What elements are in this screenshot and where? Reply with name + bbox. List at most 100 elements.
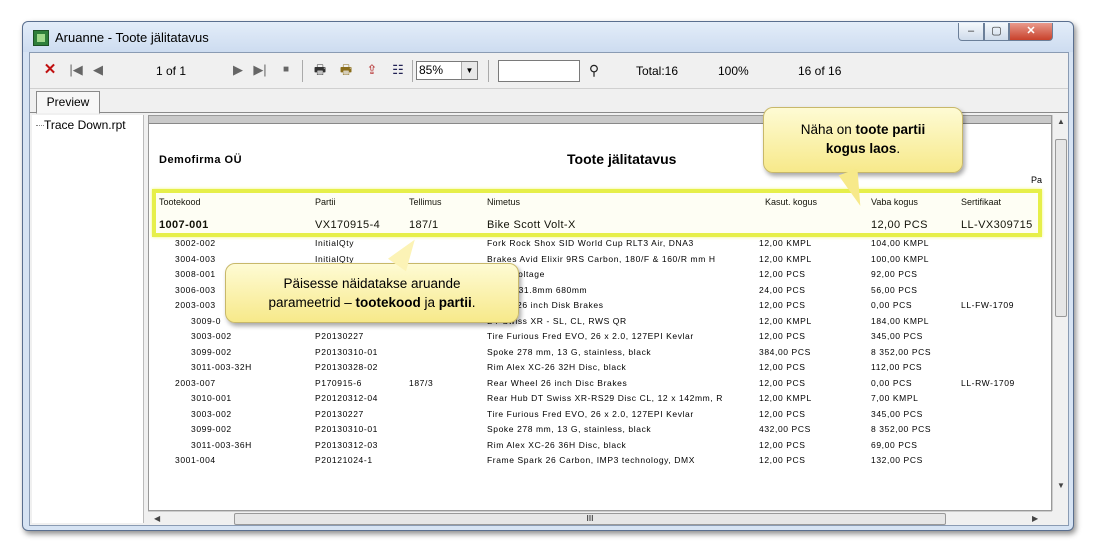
callout-left-line1: Päisesse näidatakse aruande	[283, 276, 461, 291]
callout-quantity: Näha on toote partii kogus laos.	[763, 107, 963, 173]
cell-code: 3010-001	[191, 393, 232, 403]
print-setup-icon[interactable]: 🖶	[336, 61, 356, 79]
cell-batch: P20130328-02	[315, 362, 378, 372]
group-tree: Trace Down.rpt	[32, 115, 144, 523]
cell-used: 12,00 PCS	[759, 362, 806, 372]
tree-item-report[interactable]: Trace Down.rpt	[36, 118, 126, 132]
table-row: 3003-002 P20130227 Tire Furious Fred EVO, …	[149, 329, 1051, 344]
callout-left-pre: parameetrid –	[268, 295, 356, 310]
scroll-right-icon[interactable]: ▶	[1032, 514, 1038, 523]
cell-code: 2003-007	[175, 377, 216, 388]
print-icon[interactable]: 🖶	[310, 61, 330, 79]
prev-page-icon[interactable]: ◀	[88, 61, 108, 79]
cell-free: 7,00 KMPL	[871, 393, 919, 403]
table-row: 3099-002 P20130310-01 Spoke 278 mm, 13 G, …	[149, 422, 1051, 437]
cell-free: 345,00 PCS	[871, 408, 923, 419]
toolbar-separator	[302, 60, 303, 82]
highlight-box	[152, 189, 1042, 237]
cell-name: Spoke 278 mm, 13 G, stainless, black	[487, 346, 652, 357]
minimize-button[interactable]: –	[958, 23, 984, 41]
cell-free: 112,00 PCS	[871, 362, 923, 372]
cell-used: 12,00 KMPL	[759, 315, 812, 326]
scroll-down-icon[interactable]: ▼	[1057, 481, 1065, 490]
report-window: Aruanne - Toote jälitatavus – ▢ ✕ ✕ |◀ ◀…	[22, 21, 1074, 531]
next-page-icon[interactable]: ▶	[228, 61, 248, 79]
cell-code: 3011-003-36H	[191, 439, 252, 450]
report-title: Toote jälitatavus	[567, 151, 677, 167]
cell-batch: P20130310-01	[315, 424, 378, 434]
vertical-scrollbar[interactable]: ▲ ▼	[1052, 115, 1068, 511]
cell-name: Rear Hub DT Swiss XR-RS29 Disc CL, 12 x …	[487, 393, 724, 403]
callout-right-bold2: kogus laos	[825, 141, 897, 156]
cell-name: Spoke 278 mm, 13 G, stainless, black	[487, 424, 652, 434]
close-icon[interactable]: ✕	[40, 61, 60, 79]
cell-code: 3002-002	[175, 238, 216, 248]
tab-preview[interactable]: Preview	[36, 91, 100, 114]
cell-batch: P20130312-03	[315, 439, 378, 450]
total-label: Total:16	[636, 64, 679, 78]
company-name: Demofirma OÜ	[159, 154, 243, 166]
table-row: 3010-001 P20120312-04 Rear Hub DT Swiss XR…	[149, 391, 1051, 406]
cell-free: 0,00 PCS	[871, 300, 913, 310]
close-window-button[interactable]: ✕	[1009, 23, 1053, 41]
cell-used: 24,00 PCS	[759, 284, 806, 295]
cell-used: 12,00 PCS	[759, 269, 806, 279]
percent-label: 100%	[718, 64, 749, 78]
cell-cert: LL-RW-1709	[961, 377, 1015, 388]
horizontal-scrollbar[interactable]: ◀ III ▶	[148, 511, 1052, 525]
cell-free: 56,00 PCS	[871, 284, 918, 295]
window-title: Aruanne - Toote jälitatavus	[55, 30, 209, 45]
search-binoculars-icon[interactable]: ⚲	[584, 61, 604, 79]
toolbar-separator	[412, 60, 413, 82]
callout-left-bold1: tootekood	[355, 295, 421, 310]
stop-icon[interactable]: ■	[276, 61, 296, 79]
cell-free: 132,00 PCS	[871, 455, 923, 465]
cell-code: 3003-002	[191, 331, 232, 341]
maximize-button[interactable]: ▢	[984, 23, 1009, 41]
cell-name: Brakes Avid Elixir 9RS Carbon, 180/F & 1…	[487, 253, 716, 264]
cell-batch: InitialQty	[315, 238, 355, 248]
cell-used: 384,00 PCS	[759, 346, 811, 357]
table-row: 3001-004 P20121024-1 Frame Spark 26 Carbon…	[149, 453, 1051, 468]
vertical-scroll-thumb[interactable]	[1055, 139, 1067, 317]
cell-used: 12,00 KMPL	[759, 253, 812, 264]
cell-used: 12,00 KMPL	[759, 238, 812, 248]
title-bar[interactable]: Aruanne - Toote jälitatavus – ▢ ✕	[23, 22, 1073, 52]
table-row: 3002-002 InitialQty Fork Rock Shox SID Wor…	[149, 236, 1051, 251]
cell-used: 12,00 PCS	[759, 439, 806, 450]
app-icon	[33, 30, 49, 46]
cell-name: Rim Alex XC-26 36H Disc, black	[487, 439, 627, 450]
toolbar-separator	[488, 60, 489, 82]
page-label: Pa	[1031, 175, 1043, 185]
scroll-up-icon[interactable]: ▲	[1057, 117, 1065, 126]
cell-name: Tire Furious Fred EVO, 26 x 2.0, 127EPI …	[487, 408, 694, 419]
cell-name: Fork Rock Shox SID World Cup RLT3 Air, D…	[487, 238, 694, 248]
cell-free: 100,00 KMPL	[871, 253, 930, 264]
cell-free: 184,00 KMPL	[871, 315, 930, 326]
cell-batch: P20120312-04	[315, 393, 378, 403]
first-page-icon[interactable]: |◀	[66, 61, 86, 79]
cell-free: 8 352,00 PCS	[871, 424, 932, 434]
cell-code: 3009-0	[191, 315, 222, 326]
callout-right-pre: Näha on	[800, 122, 856, 137]
last-page-icon[interactable]: ▶|	[250, 61, 270, 79]
cell-code: 3011-003-32H	[191, 362, 252, 372]
cell-free: 8 352,00 PCS	[871, 346, 932, 357]
scroll-left-icon[interactable]: ◀	[154, 514, 160, 523]
cell-batch: P170915-6	[315, 377, 362, 388]
search-input[interactable]	[498, 60, 580, 82]
chevron-down-icon[interactable]: ▼	[461, 62, 477, 79]
cell-code: 3008-001	[175, 269, 216, 279]
horizontal-scroll-thumb[interactable]: III	[234, 513, 946, 525]
cell-batch: P20130227	[315, 331, 364, 341]
cell-used: 12,00 PCS	[759, 331, 806, 341]
export-icon[interactable]: ⇪	[362, 61, 382, 79]
cell-name: Rim Alex XC-26 32H Disc, black	[487, 362, 627, 372]
cell-used: 432,00 PCS	[759, 424, 811, 434]
cell-code: 3099-002	[191, 346, 232, 357]
zoom-select[interactable]: 85% ▼	[416, 61, 478, 80]
group-tree-icon[interactable]: ☷	[388, 61, 408, 79]
cell-used: 12,00 KMPL	[759, 393, 812, 403]
cell-code: 3099-002	[191, 424, 232, 434]
cell-batch: P20121024-1	[315, 455, 373, 465]
